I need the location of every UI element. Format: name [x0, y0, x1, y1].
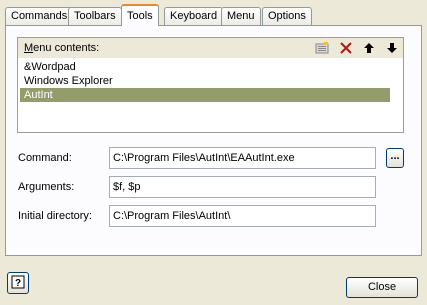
- help-icon: ?: [11, 275, 25, 292]
- arguments-label: Arguments:: [18, 181, 75, 193]
- menu-contents-list[interactable]: &Wordpad Windows Explorer AutInt: [20, 60, 390, 102]
- tab-options[interactable]: Options: [262, 7, 312, 25]
- arguments-field[interactable]: $f, $p: [109, 176, 376, 198]
- command-label: Command:: [18, 152, 72, 164]
- initial-directory-label: Initial directory:: [18, 210, 92, 222]
- delete-icon[interactable]: [338, 40, 354, 56]
- new-icon[interactable]: [314, 40, 330, 56]
- menu-contents-title: Menu contents:: [24, 42, 100, 54]
- tab-toolbars[interactable]: Toolbars: [68, 7, 122, 25]
- svg-text:?: ?: [15, 278, 21, 289]
- list-item[interactable]: Windows Explorer: [20, 74, 390, 88]
- tab-menu[interactable]: Menu: [221, 7, 261, 25]
- list-item[interactable]: &Wordpad: [20, 60, 390, 74]
- initial-directory-field[interactable]: C:\Program Files\AutInt\: [109, 205, 376, 227]
- list-item[interactable]: AutInt: [20, 88, 390, 102]
- command-field[interactable]: C:\Program Files\AutInt\EAAutInt.exe: [109, 147, 376, 169]
- help-button[interactable]: ?: [7, 272, 29, 294]
- tab-tools[interactable]: Tools: [121, 4, 159, 26]
- move-up-icon[interactable]: [361, 40, 377, 56]
- browse-button[interactable]: ...: [386, 148, 404, 168]
- tab-keyboard[interactable]: Keyboard: [164, 7, 224, 25]
- move-down-icon[interactable]: [384, 40, 400, 56]
- close-button[interactable]: Close: [346, 277, 418, 298]
- tab-commands[interactable]: Commands: [5, 7, 74, 25]
